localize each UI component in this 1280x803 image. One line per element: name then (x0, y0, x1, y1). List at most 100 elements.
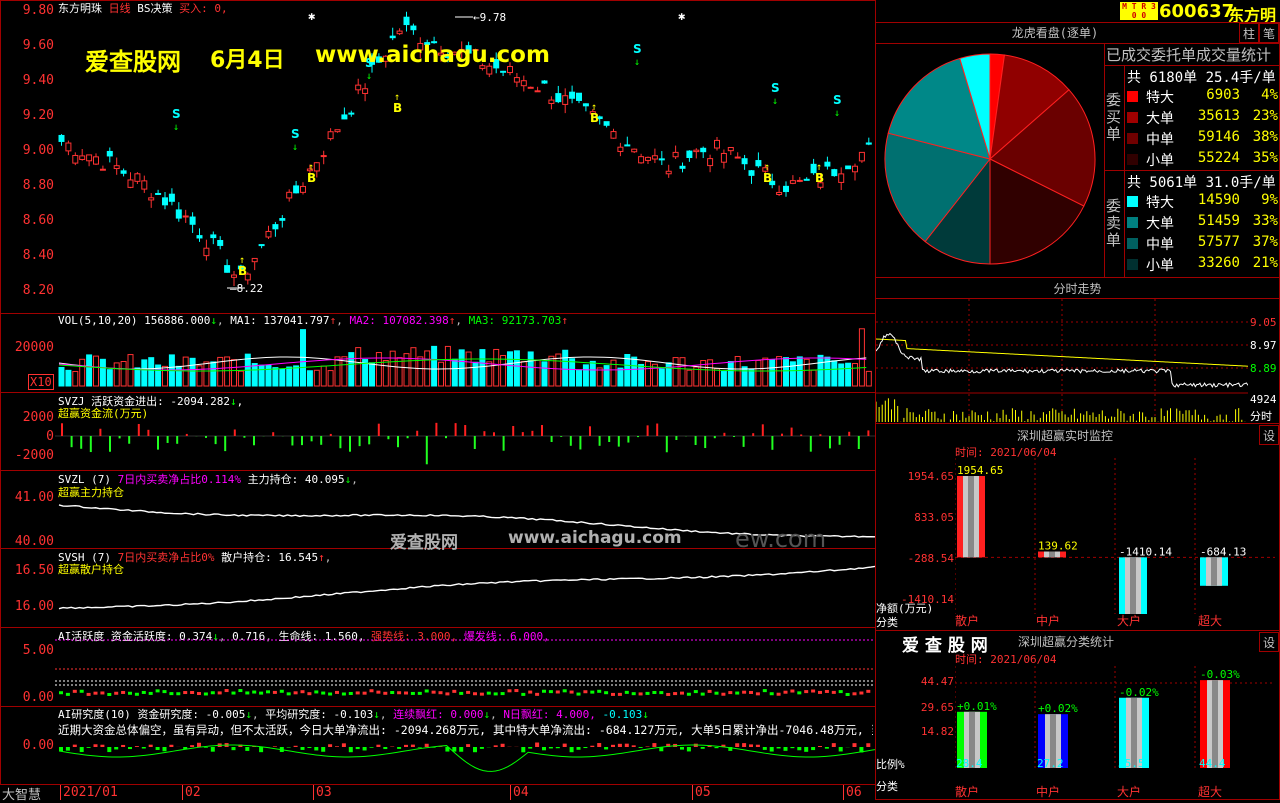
candle-body (335, 130, 340, 132)
candle-body (142, 181, 147, 189)
svzj-bar (675, 436, 677, 440)
svzj-bar (743, 436, 745, 447)
down-arrow-icon: ↓ (634, 57, 640, 68)
candle-body (825, 162, 830, 166)
volume-bar (749, 369, 754, 386)
ai-bar (652, 691, 656, 694)
volume-bar (383, 361, 388, 386)
ai-bar (521, 693, 525, 696)
candle-body (321, 156, 326, 157)
research-bar (466, 744, 470, 747)
research-bar (494, 745, 498, 747)
svzj-bar (695, 436, 697, 445)
ai-bar (673, 692, 677, 695)
candle-body (777, 192, 782, 194)
class-delta-label: -0.03% (1200, 668, 1240, 681)
research-bar (804, 747, 808, 752)
down-arrow-icon: ↓ (834, 108, 840, 119)
candle-body (176, 210, 181, 218)
research-bar (597, 743, 601, 747)
bar-mode-button[interactable]: 柱 (1239, 23, 1259, 43)
intraday-axis-889: 8.89 (1250, 362, 1277, 375)
ai-bar (756, 692, 760, 695)
candle-body (363, 89, 368, 94)
sell-signal-icon: S (833, 93, 842, 107)
watermark-mid-tail: ew.com (735, 525, 826, 553)
ai-bar (632, 692, 636, 695)
price-axis-tick: 9.00 (0, 143, 54, 158)
ai-bar (211, 691, 215, 694)
ai-activity-chart[interactable] (55, 627, 875, 707)
candle-body (390, 36, 395, 38)
date-tick: 04 (510, 785, 529, 800)
research-chart[interactable] (55, 706, 875, 785)
candle-body (314, 163, 319, 171)
svzj-bars[interactable] (55, 392, 875, 471)
price-axis-tick: 8.80 (0, 178, 54, 193)
ai-bar (583, 690, 587, 693)
volume-bar (618, 368, 623, 386)
svzj-bar (647, 425, 649, 436)
candle-body (583, 104, 588, 106)
ai-bar (570, 691, 574, 694)
ai-bar (163, 690, 167, 693)
ai-bar (100, 691, 104, 694)
monitor-settings-button[interactable]: 设 (1259, 425, 1279, 445)
price-axis-tick: 9.20 (0, 108, 54, 123)
monitor-bar-chart[interactable]: 1954.65139.62-1410.14-684.13 (955, 458, 1275, 614)
svzj-bar (551, 436, 553, 442)
svzj-bar (138, 424, 140, 436)
buy-swatch (1127, 133, 1138, 144)
research-bar (397, 747, 401, 749)
svzj-bar (167, 436, 169, 443)
ai-bar (473, 692, 477, 695)
ai-bar (349, 692, 353, 695)
ai-bar (383, 692, 387, 695)
svzj-bar (531, 431, 533, 436)
order-pie-chart[interactable] (880, 48, 1100, 270)
sell-signal-icon: S (633, 42, 642, 56)
ai-bar (790, 690, 794, 693)
volume-bar (673, 358, 678, 386)
volume-bar (866, 371, 871, 386)
volume-bar (328, 371, 333, 386)
class-value-label: 44.4 (1199, 757, 1226, 770)
buy-swatch (1127, 154, 1138, 165)
ai-bar (287, 692, 291, 695)
intraday-chart[interactable] (876, 299, 1248, 423)
ai-bar (135, 693, 139, 696)
sell-pct: 21% (1240, 255, 1278, 271)
candle-body (349, 113, 354, 114)
svzj-bar (71, 436, 73, 447)
candle-body (680, 166, 685, 168)
candle-body (535, 91, 540, 92)
star-marker-icon: ✱ (678, 9, 685, 23)
volume-bar (742, 367, 747, 386)
tick-mode-button[interactable]: 笔 (1259, 23, 1279, 43)
ai-bar (763, 689, 767, 692)
research-bar (811, 747, 815, 750)
research-bar (321, 747, 325, 752)
research-bar (480, 747, 484, 749)
ai-bar (66, 693, 70, 696)
ai-bar (701, 693, 705, 696)
candle-body (114, 166, 119, 169)
svzj-bar (349, 436, 351, 452)
candle-body (287, 192, 292, 198)
down-arrow-icon: ↓ (366, 71, 372, 82)
research-bar (625, 744, 629, 747)
svzj-bar (176, 436, 178, 444)
svsh-line[interactable] (55, 548, 875, 628)
volume-bars[interactable] (55, 313, 875, 393)
ai-bar (252, 691, 256, 694)
candle-body (163, 198, 168, 205)
ai-bar (197, 692, 201, 695)
class-bar-chart[interactable]: +0.01%+0.02%-0.02%-0.03% (955, 666, 1275, 770)
svzj-bar (483, 431, 485, 436)
svzj-bar (359, 436, 361, 446)
volume-bar (183, 357, 188, 386)
buy-signal-icon: B (590, 111, 599, 125)
volume-bar (418, 357, 423, 386)
class-settings-button[interactable]: 设 (1259, 632, 1279, 652)
ai-bar (597, 690, 601, 693)
